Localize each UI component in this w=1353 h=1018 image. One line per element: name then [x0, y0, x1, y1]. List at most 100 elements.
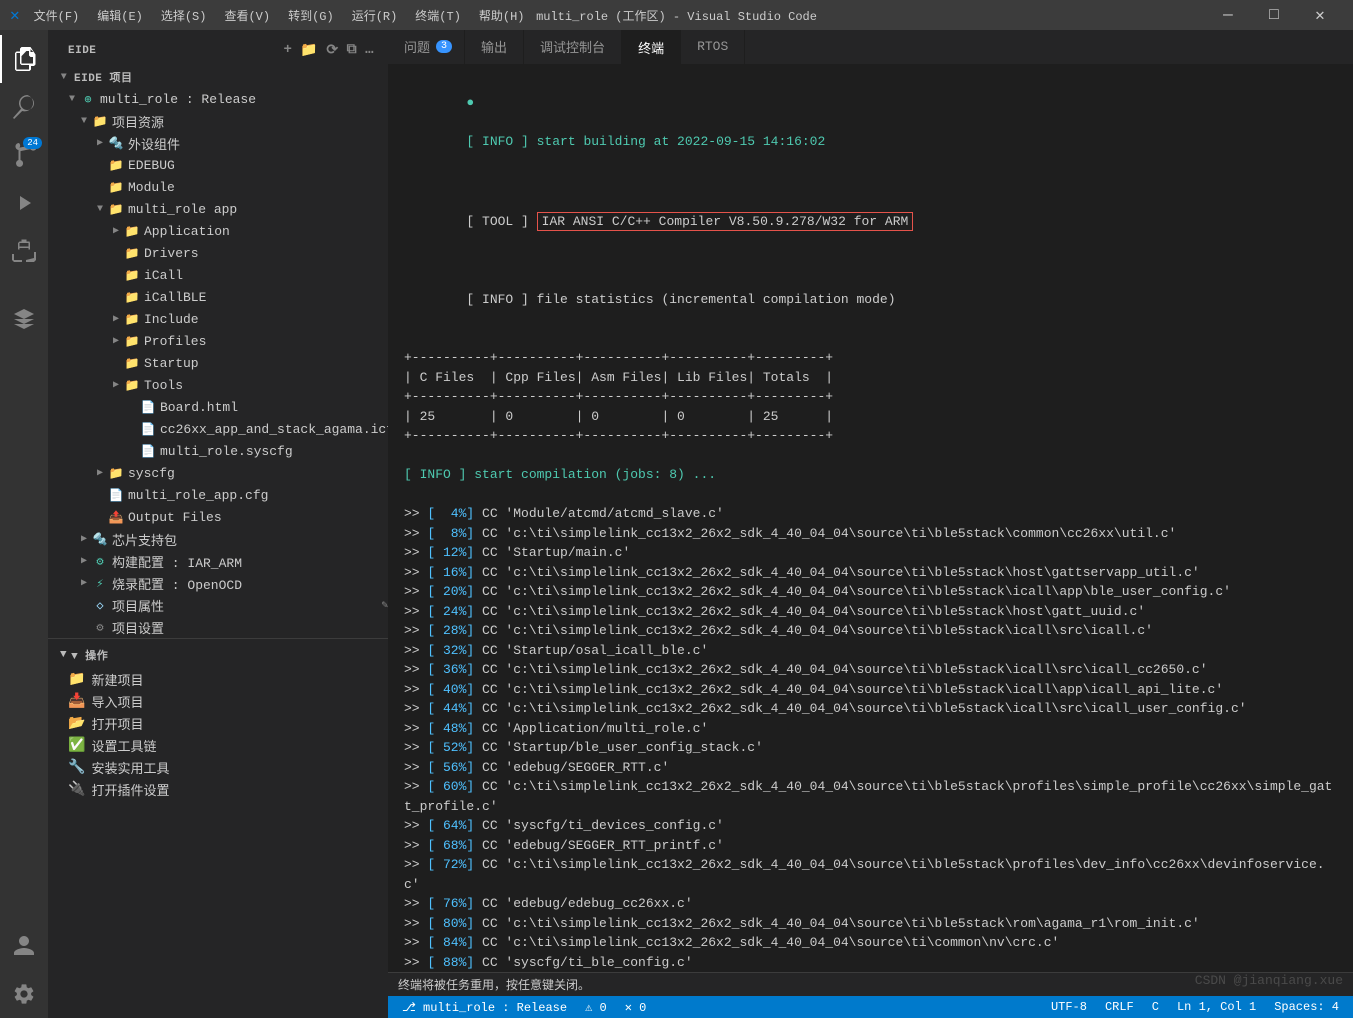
tree-icall[interactable]: ▶ 📁 iCall [48, 264, 388, 286]
window-title: multi_role (工作区) - Visual Studio Code [536, 7, 817, 24]
icallble-label: iCallBLE [144, 290, 206, 305]
tree-syscfg-file[interactable]: 📄 multi_role.syscfg [48, 440, 388, 462]
tree-startup[interactable]: ▶ 📁 Startup [48, 352, 388, 374]
tab-rtos[interactable]: RTOS [681, 30, 745, 64]
menu-goto[interactable]: 转到(G) [280, 5, 342, 26]
term-prog-44: >> [ 44%] CC 'c:\ti\simplelink_cc13x2_26… [404, 699, 1337, 719]
operations-header[interactable]: ▼ ▼ 操作 [48, 639, 388, 668]
menu-edit[interactable]: 编辑(E) [89, 5, 151, 26]
term-line-tool: [ TOOL ] IAR ANSI C/C++ Compiler V8.50.9… [404, 192, 1337, 251]
activity-eide[interactable] [0, 295, 48, 343]
activity-search[interactable] [0, 83, 48, 131]
tab-output[interactable]: 输出 [465, 30, 524, 64]
tree-drivers[interactable]: ▶ 📁 Drivers [48, 242, 388, 264]
tree-output-files[interactable]: 📤 Output Files [48, 506, 388, 528]
sidebar-new-file-icon[interactable]: + [282, 40, 295, 61]
tree-tools[interactable]: ▶ 📁 Tools [48, 374, 388, 396]
ops-plugin-settings[interactable]: 🔌 打开插件设置 [48, 778, 388, 800]
tree-include[interactable]: ▶ 📁 Include [48, 308, 388, 330]
maximize-button[interactable]: □ [1251, 0, 1297, 30]
sidebar-refresh-icon[interactable]: ⟳ [324, 40, 340, 61]
tree-peripheral[interactable]: ▶ 🔩 外设组件 [48, 132, 388, 154]
menu-file[interactable]: 文件(F) [26, 5, 88, 26]
sidebar-collapse-icon[interactable]: ⧉ [345, 40, 360, 61]
menu-select[interactable]: 选择(S) [153, 5, 215, 26]
folder-resources-icon: 📁 [92, 113, 108, 129]
terminal-output[interactable]: ● [ INFO ] start building at 2022-09-15 … [388, 65, 1353, 972]
tree-edebug[interactable]: ▶ 📁 EDEBUG [48, 154, 388, 176]
term-line-dot: ● [ INFO ] start building at 2022-09-15 … [404, 73, 1337, 171]
tree-project-props[interactable]: ◇ 项目属性 ✎ [48, 594, 388, 616]
activity-account[interactable] [0, 922, 48, 970]
props-action-icon[interactable]: ✎ [381, 598, 388, 612]
title-bar: ✕ 文件(F) 编辑(E) 选择(S) 查看(V) 转到(G) 运行(R) 终端… [0, 0, 1353, 30]
terminal-input-bar: 终端将被任务重用，按任意键关闭。 [388, 972, 1353, 996]
tree-profiles[interactable]: ▶ 📁 Profiles [48, 330, 388, 352]
chevron-application: ▶ [108, 223, 124, 239]
tree-multirole-app[interactable]: ▼ 📁 multi_role app [48, 198, 388, 220]
term-prog-20: >> [ 20%] CC 'c:\ti\simplelink_cc13x2_26… [404, 582, 1337, 602]
status-bar: ⎇ multi_role : Release ⚠ 0 ✕ 0 UTF-8 CRL… [388, 996, 1353, 1018]
tree-build-config[interactable]: ▶ ⚙ 构建配置 : IAR_ARM [48, 550, 388, 572]
status-language[interactable]: C [1148, 1000, 1163, 1014]
tree-icallble[interactable]: ▶ 📁 iCallBLE [48, 286, 388, 308]
tab-debug-console[interactable]: 调试控制台 [524, 30, 622, 64]
application-icon: 📁 [124, 223, 140, 239]
tree-app-cfg[interactable]: 📄 multi_role_app.cfg [48, 484, 388, 506]
sidebar-new-folder-icon[interactable]: 📁 [298, 40, 320, 61]
ops-new-project[interactable]: 📁 新建项目 [48, 668, 388, 690]
close-button[interactable]: ✕ [1297, 0, 1343, 30]
status-position[interactable]: Ln 1, Col 1 [1173, 1000, 1260, 1014]
activity-source-control[interactable]: 24 [0, 131, 48, 179]
minimize-button[interactable]: — [1205, 0, 1251, 30]
ops-import-project[interactable]: 📥 导入项目 [48, 690, 388, 712]
term-prog-80: >> [ 80%] CC 'c:\ti\simplelink_cc13x2_26… [404, 914, 1337, 934]
status-eol[interactable]: CRLF [1101, 1000, 1138, 1014]
eide-projects-label: EIDE 项目 [74, 69, 133, 85]
tree-module[interactable]: ▶ 📁 Module [48, 176, 388, 198]
status-warnings[interactable]: ⚠ 0 [581, 1000, 611, 1015]
tree-project-settings[interactable]: ⚙ 项目设置 [48, 616, 388, 638]
menu-run[interactable]: 运行(R) [344, 5, 406, 26]
ops-install-tools[interactable]: 🔧 安装实用工具 [48, 756, 388, 778]
sidebar-eide-projects[interactable]: ▼ EIDE 项目 [48, 66, 388, 88]
menu-view[interactable]: 查看(V) [216, 5, 278, 26]
tree-project-resources[interactable]: ▼ 📁 项目资源 [48, 110, 388, 132]
sidebar-content: ▼ EIDE 项目 ▼ ⊕ multi_role : Release ▼ 📁 项… [48, 66, 388, 1018]
tree-chip-support[interactable]: ▶ 🔩 芯片支持包 [48, 528, 388, 550]
vscode-icon: ✕ [10, 5, 20, 25]
tab-problems[interactable]: 问题 3 [388, 30, 465, 64]
tree-application[interactable]: ▶ 📁 Application [48, 220, 388, 242]
activity-settings[interactable] [0, 970, 48, 1018]
status-spaces[interactable]: Spaces: 4 [1270, 1000, 1343, 1014]
ops-open-project[interactable]: 📂 打开项目 [48, 712, 388, 734]
tab-problems-badge: 3 [436, 40, 452, 53]
menu-help[interactable]: 帮助(H) [471, 5, 533, 26]
output-icon: 📤 [108, 509, 124, 525]
term-prog-28: >> [ 28%] CC 'c:\ti\simplelink_cc13x2_26… [404, 621, 1337, 641]
tree-icf-file[interactable]: 📄 cc26xx_app_and_stack_agama.icf [48, 418, 388, 440]
tab-terminal[interactable]: 终端 [622, 30, 681, 64]
tree-project-root[interactable]: ▼ ⊕ multi_role : Release [48, 88, 388, 110]
import-icon: 📥 [68, 693, 85, 710]
sidebar-more-icon[interactable]: … [363, 40, 376, 61]
status-branch[interactable]: ⎇ multi_role : Release [398, 1000, 571, 1015]
chevron-build: ▶ [76, 553, 92, 569]
syscfg-folder-label: syscfg [128, 466, 175, 481]
activity-explorer[interactable] [0, 35, 48, 83]
ops-open-label: 打开项目 [91, 714, 143, 733]
activity-run[interactable] [0, 179, 48, 227]
activity-extensions[interactable] [0, 227, 48, 275]
multirole-icon: 📁 [108, 201, 124, 217]
chevron-tools: ▶ [108, 377, 124, 393]
tree-flash-config[interactable]: ▶ ⚡ 烧录配置 : OpenOCD [48, 572, 388, 594]
tree-syscfg-folder[interactable]: ▶ 📁 syscfg [48, 462, 388, 484]
status-encoding[interactable]: UTF-8 [1047, 1000, 1091, 1014]
app-cfg-label: multi_role_app.cfg [128, 488, 268, 503]
tree-board-html[interactable]: 📄 Board.html [48, 396, 388, 418]
drivers-icon: 📁 [124, 245, 140, 261]
term-prog-84: >> [ 84%] CC 'c:\ti\simplelink_cc13x2_26… [404, 933, 1337, 953]
status-errors[interactable]: ✕ 0 [621, 1000, 651, 1015]
menu-terminal[interactable]: 终端(T) [407, 5, 469, 26]
ops-set-toolchain[interactable]: ✅ 设置工具链 [48, 734, 388, 756]
